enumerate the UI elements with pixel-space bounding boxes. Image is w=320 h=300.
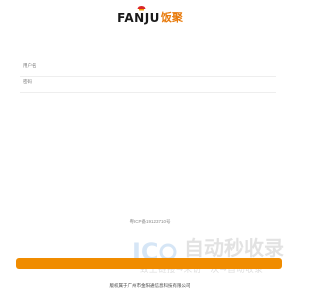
password-input[interactable] [44,77,272,89]
watermark-overlay: JC 自动秒收录 致上链接→来访一次→自动收录 [130,236,290,277]
brand-logo: FANJU 饭聚 [0,6,300,25]
username-field: 用户名 [20,60,276,77]
brand-name-latin: FANJU [117,11,160,25]
logo-wrapper: FANJU 饭聚 [117,6,183,25]
username-label: 用户名 [23,63,37,68]
password-label: 密码 [23,79,32,84]
password-field: 密码 [20,76,276,93]
icp-license[interactable]: 粤ICP备19123710号 [0,219,300,225]
chef-hat-icon [137,6,146,11]
brand-name-cn: 饭聚 [160,11,183,24]
copyright-text: 版权属于广州市金阳通信息科技有限公司 [109,283,191,288]
login-button[interactable] [16,258,282,269]
watermark-title: 自动秒收录 [184,236,284,260]
username-input[interactable] [44,61,272,73]
